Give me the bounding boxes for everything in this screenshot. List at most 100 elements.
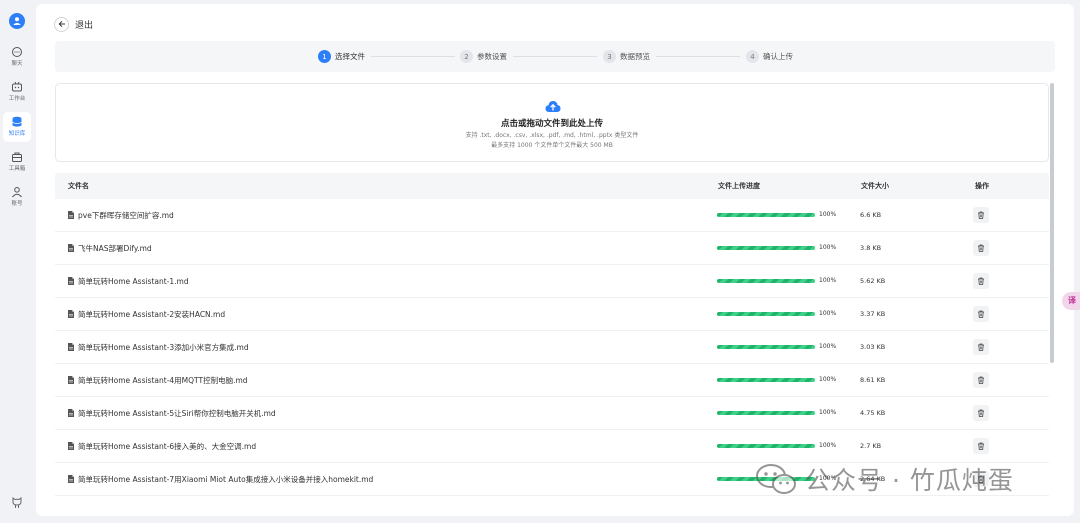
sidebar-item-chat[interactable]: 聊天 (0, 46, 34, 76)
file-size: 3.37 KB (860, 310, 886, 318)
back-arrow-circle (54, 16, 69, 32)
file-name: 简单玩转Home Assistant-5让Siri帮你控制电脑开关机.md (78, 409, 276, 418)
upload-dropzone[interactable]: 点击或拖动文件到此处上传 支持 .txt, .docx, .csv, .xlsx… (55, 83, 1049, 162)
file-name: 简单玩转Home Assistant-6接入美的、大金空调.md (78, 442, 257, 451)
scrollbar-thumb[interactable] (1050, 83, 1054, 363)
upload-progress-bar (717, 411, 815, 415)
file-icon (68, 277, 74, 285)
table-row: 飞牛NAS部署Dify.md 100% 3.8 KB (55, 232, 1049, 265)
translate-float-button[interactable]: 译 (1062, 292, 1080, 310)
step-connector (656, 56, 740, 57)
trash-icon (978, 376, 984, 384)
sidebar-item-account[interactable]: 账号 (0, 186, 34, 216)
file-icon (68, 376, 74, 384)
sidebar-item-label: 工作台 (8, 96, 26, 102)
upload-progress-bar (717, 246, 815, 250)
delete-button[interactable] (973, 372, 989, 388)
sidebar-item-workbench[interactable]: 工作台 (0, 81, 34, 111)
file-name: 简单玩转Home Assistant-4用MQTT控制电脑.md (78, 376, 248, 385)
user-icon (12, 187, 22, 198)
file-icon (68, 244, 74, 252)
file-size: 4.75 KB (860, 409, 886, 417)
upload-progress-text: 100% (819, 310, 837, 317)
file-icon (68, 409, 74, 417)
file-size: 8.61 KB (860, 376, 886, 384)
step-number: 4 (746, 50, 759, 63)
delete-button[interactable] (973, 405, 989, 421)
step-label: 数据预览 (620, 52, 650, 61)
file-icon (68, 211, 74, 219)
upload-progress-text: 100% (819, 277, 837, 284)
upload-progress-text: 100% (819, 244, 837, 251)
step-number: 2 (460, 50, 473, 63)
sidebar-item-knowledge-base[interactable]: 知识库 (0, 116, 34, 146)
sidebar-item-label: 知识库 (8, 131, 26, 137)
upload-progress-text: 100% (819, 376, 837, 383)
upload-title: 点击或拖动文件到此处上传 (500, 119, 603, 129)
back-button[interactable]: 退出 (54, 16, 93, 32)
trash-icon (978, 277, 984, 285)
upload-progress-text: 100% (819, 343, 837, 350)
upload-limits: 最多支持 1000 个文件单个文件最大 500 MB (491, 142, 613, 149)
file-icon (68, 442, 74, 450)
database-icon (12, 116, 22, 127)
upload-progress-fill (717, 444, 815, 448)
sidebar-item-label: 账号 (11, 201, 23, 207)
toolbox-icon (12, 152, 22, 162)
step-label: 参数设置 (477, 52, 507, 61)
table-row: pve下群晖存储空间扩容.md 100% 6.6 KB (55, 199, 1049, 232)
file-icon (68, 310, 74, 318)
trash-icon (978, 409, 984, 417)
delete-button[interactable] (973, 339, 989, 355)
step-preview: 3 数据预览 (603, 49, 650, 64)
step-label: 选择文件 (335, 52, 365, 61)
table-row: 简单玩转Home Assistant-4用MQTT控制电脑.md 100% 8.61… (55, 364, 1049, 397)
github-icon[interactable] (10, 495, 24, 509)
upload-progress-bar (717, 345, 815, 349)
upload-progress-text: 100% (819, 442, 837, 449)
delete-button[interactable] (973, 240, 989, 256)
delete-button[interactable] (973, 207, 989, 223)
column-header-size: 文件大小 (861, 182, 889, 190)
file-name: 简单玩转Home Assistant-1.md (78, 277, 189, 286)
trash-icon (978, 310, 984, 318)
upload-progress-bar (717, 312, 815, 316)
file-size: 2.7 KB (860, 442, 882, 450)
delete-button[interactable] (973, 438, 989, 454)
upload-formats: 支持 .txt, .docx, .csv, .xlsx, .pdf, .md, … (465, 132, 639, 139)
column-header-progress: 文件上传进度 (718, 182, 760, 190)
trash-icon (978, 211, 984, 219)
file-name: 简单玩转Home Assistant-3添加小米官方集成.md (78, 343, 249, 352)
file-icon (68, 343, 74, 351)
upload-progress-text: 100% (819, 211, 837, 218)
trash-icon (978, 343, 984, 351)
sidebar-item-toolbox[interactable]: 工具箱 (0, 151, 34, 181)
file-table: 文件名 文件上传进度 文件大小 操作 pve下群晖存储空间扩容.md 100% 6.… (55, 173, 1049, 496)
file-name: 简单玩转Home Assistant-7用Xiaomi Miot Auto集成接… (78, 475, 374, 484)
delete-button[interactable] (973, 306, 989, 322)
step-select-file: 1 选择文件 (318, 49, 365, 64)
upload-progress-bar (717, 378, 815, 382)
upload-progress-bar (717, 279, 815, 283)
step-connector (371, 56, 455, 57)
step-number: 1 (318, 50, 331, 63)
table-header: 文件名 文件上传进度 文件大小 操作 (55, 173, 1049, 199)
table-row: 简单玩转Home Assistant-3添加小米官方集成.md 100% 3.03 … (55, 331, 1049, 364)
file-icon (68, 475, 74, 483)
file-size: 3.03 KB (860, 343, 886, 351)
watermark: 公众号 · 竹瓜炖蛋 (755, 459, 1014, 499)
step-confirm: 4 确认上传 (746, 49, 793, 64)
sidebar-item-label: 工具箱 (8, 166, 26, 172)
trash-icon (978, 244, 984, 252)
column-header-action: 操作 (975, 182, 989, 190)
table-row: 简单玩转Home Assistant-5让Siri帮你控制电脑开关机.md 100… (55, 397, 1049, 430)
step-label: 确认上传 (763, 52, 793, 61)
upload-progress-fill (717, 213, 815, 217)
upload-progress-fill (717, 345, 815, 349)
delete-button[interactable] (973, 273, 989, 289)
step-connector (513, 56, 597, 57)
back-label: 退出 (75, 20, 94, 31)
sidebar: 聊天 工作台 知识库 工具箱 账号 (0, 0, 34, 523)
avatar[interactable] (9, 13, 25, 29)
file-name: 简单玩转Home Assistant-2安装HACN.md (78, 310, 226, 319)
